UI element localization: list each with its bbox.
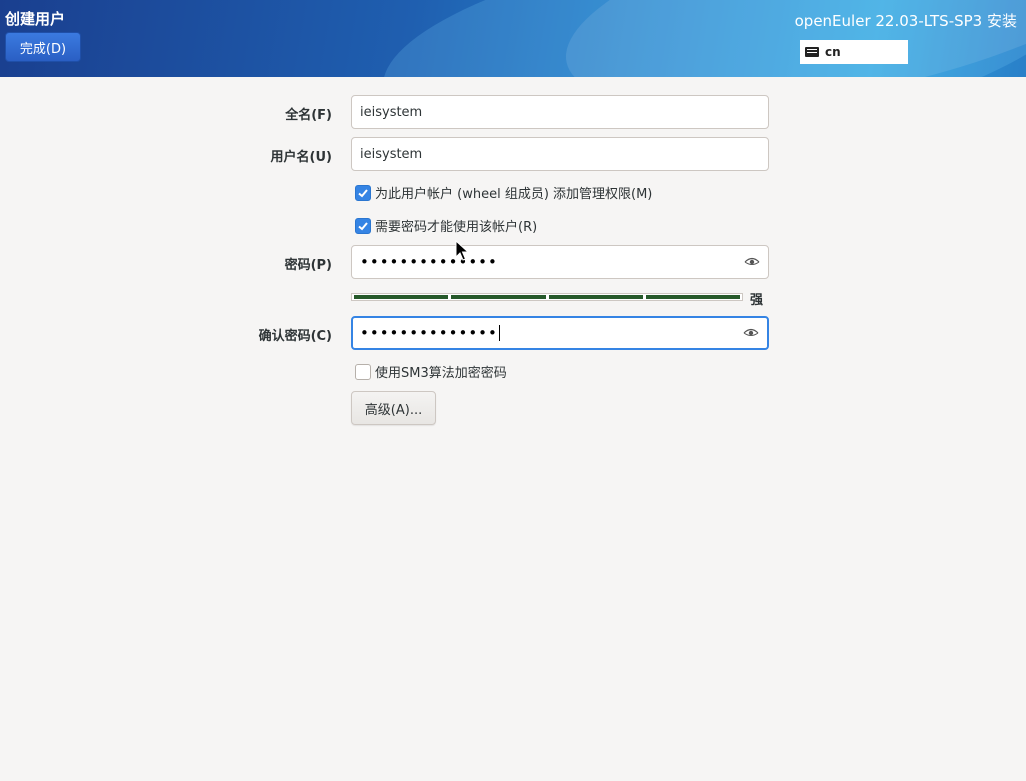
username-field[interactable]: ieisystem — [351, 137, 769, 171]
page-title: 创建用户 — [5, 10, 66, 28]
strength-segment — [548, 295, 643, 299]
password-label: 密码(P) — [284, 258, 332, 273]
sm3-checkbox[interactable] — [355, 363, 371, 380]
require-password-checkbox-row[interactable]: 需要密码才能使用该帐户(R) — [355, 216, 537, 235]
require-password-checkbox-label: 需要密码才能使用该帐户(R) — [375, 220, 538, 235]
fullname-value: ieisystem — [360, 104, 423, 120]
done-button[interactable]: 完成(D) — [5, 32, 81, 62]
username-label: 用户名(U) — [270, 150, 332, 165]
keyboard-layout-label: cn — [825, 45, 841, 59]
confirm-password-field[interactable]: •••••••••••••• — [351, 316, 769, 350]
mouse-cursor-icon — [455, 240, 469, 261]
fullname-label: 全名(F) — [285, 108, 332, 123]
strength-segment — [645, 295, 740, 299]
keyboard-icon — [805, 47, 819, 57]
eye-icon[interactable] — [744, 257, 760, 267]
require-password-checkbox[interactable] — [355, 217, 371, 234]
username-value: ieisystem — [360, 146, 423, 162]
sm3-checkbox-label: 使用SM3算法加密密码 — [375, 366, 507, 381]
password-strength-meter — [351, 293, 743, 301]
password-strength-label: 强 — [750, 293, 764, 308]
checkmark-icon — [358, 221, 368, 230]
confirm-password-value: •••••••••••••• — [360, 324, 498, 342]
eye-icon[interactable] — [743, 328, 759, 338]
admin-checkbox[interactable] — [355, 184, 371, 201]
admin-checkbox-row[interactable]: 为此用户帐户 (wheel 组成员) 添加管理权限(M) — [355, 183, 652, 202]
product-title: openEuler 22.03-LTS-SP3 安装 — [794, 12, 1017, 30]
password-field[interactable]: •••••••••••••• — [351, 245, 769, 279]
header-bar: 创建用户 完成(D) openEuler 22.03-LTS-SP3 安装 cn — [0, 0, 1026, 77]
text-caret — [498, 325, 500, 341]
password-value: •••••••••••••• — [360, 253, 498, 271]
confirm-password-label: 确认密码(C) — [258, 329, 332, 344]
strength-segment — [354, 295, 449, 299]
admin-checkbox-label: 为此用户帐户 (wheel 组成员) 添加管理权限(M) — [375, 187, 653, 202]
strength-segment — [451, 295, 546, 299]
keyboard-layout-indicator[interactable]: cn — [800, 40, 908, 64]
sm3-checkbox-row[interactable]: 使用SM3算法加密密码 — [355, 362, 507, 381]
fullname-field[interactable]: ieisystem — [351, 95, 769, 129]
advanced-button[interactable]: 高级(A)... — [351, 391, 436, 425]
checkmark-icon — [358, 188, 368, 197]
